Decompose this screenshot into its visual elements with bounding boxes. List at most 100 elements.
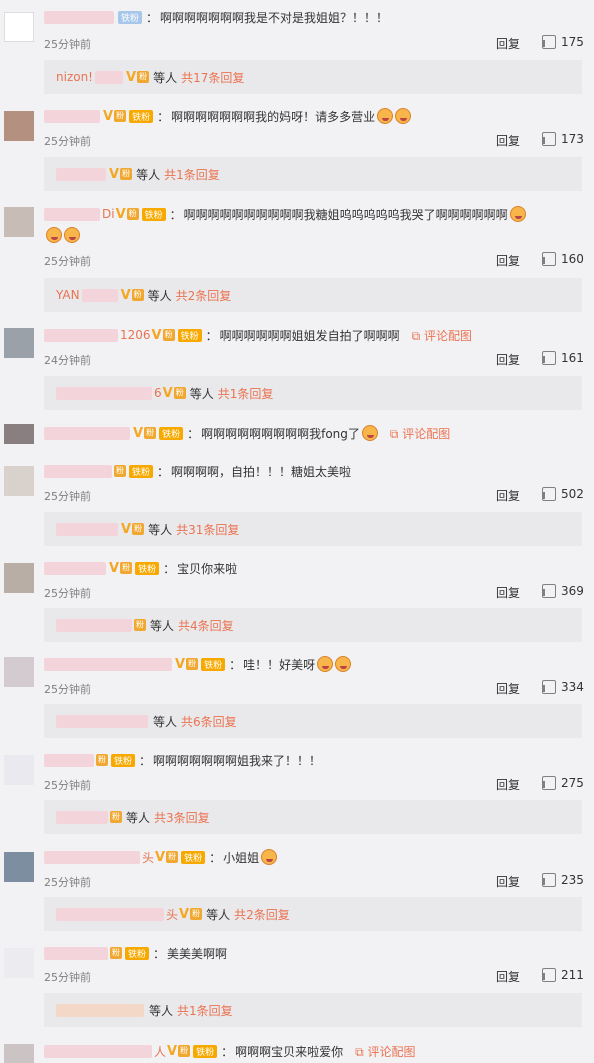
comment-text: 啊啊啊啊啊啊啊姐我来了！！！	[153, 753, 322, 768]
fan-icon: 粉	[178, 1045, 191, 1057]
sub-reply-user[interactable]: YAN	[56, 288, 80, 302]
sub-replies[interactable]: 6 V 粉 等人 共1条回复	[44, 376, 582, 410]
avatar[interactable]	[4, 207, 34, 237]
reply-count-link[interactable]: 共2条回复	[176, 287, 232, 304]
comment-header: 头 V 粉 铁粉 ： 小姐姐	[44, 848, 278, 866]
reply-count-link[interactable]: 共2条回复	[234, 906, 290, 923]
like-button[interactable]: 175	[541, 35, 584, 49]
avatar[interactable]	[4, 948, 34, 978]
like-button[interactable]: 235	[541, 873, 584, 887]
like-button[interactable]: 502	[541, 487, 584, 501]
avatar[interactable]	[4, 328, 34, 358]
timestamp: 25分钟前	[44, 38, 91, 51]
reply-count-link[interactable]: 共1条回复	[218, 385, 274, 402]
like-button[interactable]: 173	[541, 132, 584, 146]
timestamp: 25分钟前	[44, 135, 91, 148]
fan-badge: 铁粉	[118, 10, 143, 24]
fan-badge: 铁粉	[201, 657, 226, 671]
reply-count-link[interactable]: 共4条回复	[178, 617, 234, 634]
fan-icon: 粉	[120, 168, 133, 180]
fan-icon: 粉	[162, 329, 175, 341]
reply-button[interactable]: 回复	[496, 968, 520, 985]
username-blurred[interactable]	[44, 10, 114, 24]
comment-header: V 粉 铁粉 ： 哇！！好美呀	[44, 655, 352, 673]
username-blurred[interactable]	[44, 946, 108, 960]
reply-button[interactable]: 回复	[496, 680, 520, 697]
avatar[interactable]	[4, 466, 34, 496]
like-button[interactable]: 211	[541, 968, 584, 982]
thumbs-up-icon	[541, 584, 556, 598]
emoji-icon	[395, 108, 412, 124]
sub-reply-user[interactable]: 头	[166, 906, 178, 923]
like-button[interactable]: 369	[541, 584, 584, 598]
like-button[interactable]: 334	[541, 680, 584, 694]
timestamp: 24分钟前	[44, 354, 91, 367]
comment-text: 哇！！好美呀	[243, 657, 316, 672]
timestamp: 25分钟前	[44, 876, 91, 889]
username-blurred[interactable]	[44, 109, 100, 123]
username-blurred[interactable]	[44, 657, 172, 671]
username-blurred[interactable]	[44, 753, 94, 767]
comment-text: 啊啊啊啊啊啊啊啊啊我fong了	[201, 426, 360, 441]
reply-button[interactable]: 回复	[496, 132, 520, 149]
sub-replies[interactable]: 头 V 粉 等人 共2条回复	[44, 897, 582, 931]
sub-replies[interactable]: 粉 等人 共3条回复	[44, 800, 582, 834]
reply-count-link[interactable]: 共1条回复	[177, 1002, 233, 1019]
reply-button[interactable]: 回复	[496, 873, 520, 890]
reply-button[interactable]: 回复	[496, 584, 520, 601]
comment-text: 啊啊啊啊啊啊姐姐发自拍了啊啊啊	[219, 328, 400, 343]
comment-image-link[interactable]: ⧉ 评论配图	[412, 327, 472, 344]
avatar[interactable]	[4, 111, 34, 141]
reply-button[interactable]: 回复	[496, 252, 520, 269]
comment-image-link[interactable]: ⧉ 评论配图	[355, 1043, 415, 1060]
like-button[interactable]: 275	[541, 776, 584, 790]
username-blurred[interactable]	[44, 328, 118, 342]
sub-replies[interactable]: V 粉 等人 共31条回复	[44, 512, 582, 546]
username-blurred[interactable]	[44, 464, 112, 478]
like-button[interactable]: 161	[541, 351, 584, 365]
avatar[interactable]	[4, 1044, 34, 1063]
avatar[interactable]	[4, 852, 34, 882]
username-blurred[interactable]	[44, 426, 130, 440]
username-blurred[interactable]	[44, 850, 140, 864]
sub-replies[interactable]: nizon! V 粉 等人 共17条回复	[44, 60, 582, 94]
verified-icon: V	[109, 560, 120, 576]
username-blurred[interactable]	[44, 207, 100, 221]
timestamp: 25分钟前	[44, 255, 91, 268]
fan-badge: 铁粉	[193, 1044, 218, 1058]
fan-badge: 铁粉	[181, 850, 206, 864]
like-button[interactable]: 160	[541, 252, 584, 266]
sub-replies[interactable]: YAN V 粉 等人 共2条回复	[44, 278, 582, 312]
reply-count-link[interactable]: 共1条回复	[164, 166, 220, 183]
sub-replies[interactable]: 等人 共1条回复	[44, 993, 582, 1027]
fan-badge: 铁粉	[159, 426, 184, 440]
username-blurred[interactable]	[44, 561, 106, 575]
reply-count-link[interactable]: 共6条回复	[181, 713, 237, 730]
avatar[interactable]	[4, 12, 34, 42]
reply-button[interactable]: 回复	[496, 776, 520, 793]
thumbs-up-icon	[541, 35, 556, 49]
reply-count-link[interactable]: 共31条回复	[176, 521, 239, 538]
comment-header: 1206 V 粉 铁粉 ： 啊啊啊啊啊啊姐姐发自拍了啊啊啊 ⧉ 评论配图	[44, 326, 472, 344]
reply-count-link[interactable]: 共3条回复	[154, 809, 210, 826]
avatar[interactable]	[4, 563, 34, 593]
sub-reply-user[interactable]: nizon!	[56, 70, 93, 84]
sub-reply-user[interactable]: 6	[154, 386, 162, 400]
reply-button[interactable]: 回复	[496, 487, 520, 504]
reply-button[interactable]: 回复	[496, 351, 520, 368]
sub-replies[interactable]: V 粉 等人 共1条回复	[44, 157, 582, 191]
avatar[interactable]	[4, 755, 34, 785]
sub-replies[interactable]: 等人 共6条回复	[44, 704, 582, 738]
comment-image-link[interactable]: ⧉ 评论配图	[390, 425, 450, 442]
reply-button[interactable]: 回复	[496, 35, 520, 52]
avatar[interactable]	[4, 424, 34, 444]
avatar[interactable]	[4, 657, 34, 687]
verified-icon: V	[121, 521, 132, 537]
username-blurred[interactable]	[44, 1044, 152, 1058]
reply-count-link[interactable]: 共17条回复	[181, 69, 244, 86]
fan-icon: 粉	[190, 908, 203, 920]
comment-header: 铁粉 ： 啊啊啊啊啊啊啊我是不对是我姐姐？！！！	[44, 8, 388, 26]
sub-replies[interactable]: 粉 等人 共4条回复	[44, 608, 582, 642]
verified-icon: V	[162, 385, 173, 401]
thumbs-up-icon	[541, 487, 556, 501]
